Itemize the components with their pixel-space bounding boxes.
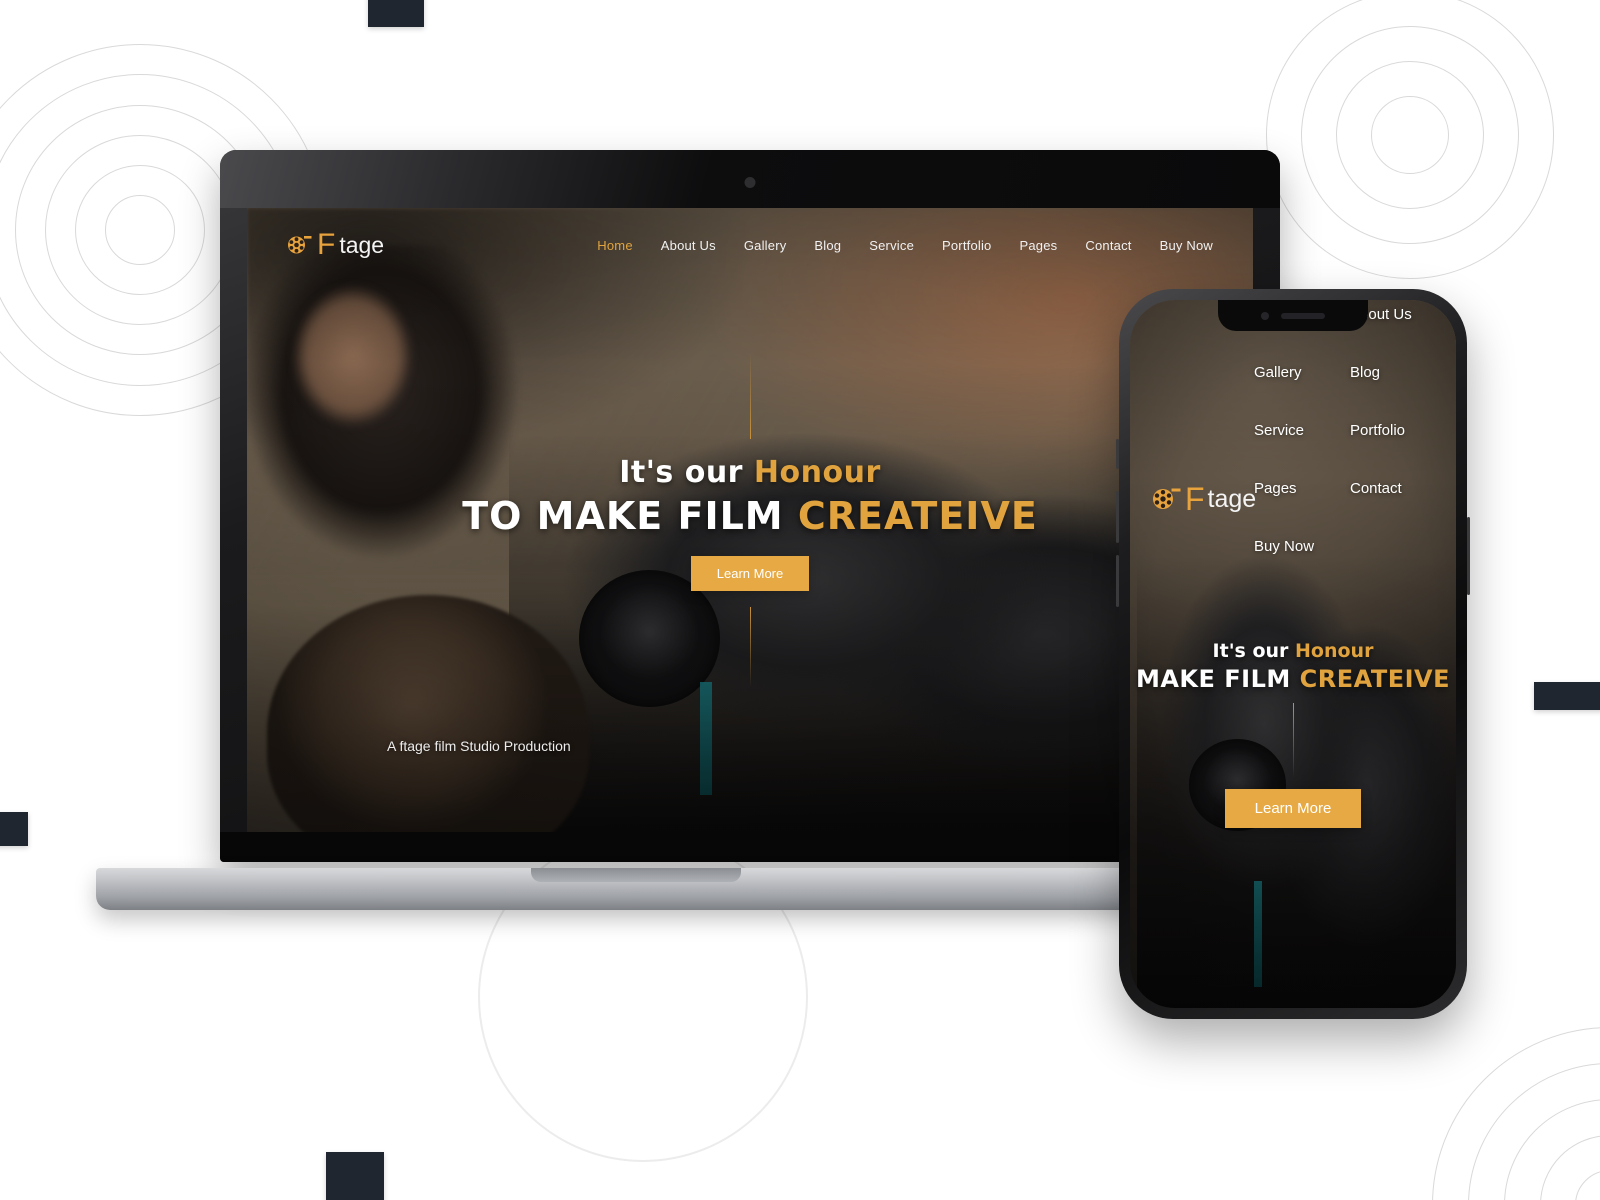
phone-speaker-icon [1281, 312, 1325, 319]
mobile-nav-item-buy-now[interactable]: Buy Now [1254, 538, 1314, 555]
desktop-hero-section: F tage Home About Us Gallery Blog Servic… [247, 208, 1253, 832]
site-logo[interactable]: F tage [287, 230, 384, 260]
hero-line2-accent: CREATEIVE [797, 494, 1038, 538]
phone-volume-down-button[interactable] [1116, 555, 1119, 607]
mobile-nav-item-gallery[interactable]: Gallery [1254, 364, 1302, 381]
nav-item-service[interactable]: Service [869, 238, 914, 253]
nav-item-about-us[interactable]: About Us [661, 238, 716, 253]
hero-caption: A ftage film Studio Production [387, 738, 571, 754]
film-reel-icon [287, 234, 313, 256]
mobile-line1-accent: Honour [1295, 640, 1374, 662]
mobile-headline-line2: MAKE FILM CREATEIVE [1136, 665, 1450, 693]
hero-line1-accent: Honour [753, 455, 881, 490]
mobile-learn-more-button[interactable]: Learn More [1224, 789, 1362, 828]
logo-text-accent: F [317, 228, 336, 261]
nav-item-buy-now[interactable]: Buy Now [1160, 238, 1213, 253]
mobile-film-reel-icon [1152, 486, 1182, 512]
nav-item-gallery[interactable]: Gallery [744, 238, 787, 253]
hero-learn-more-button[interactable]: Learn More [690, 556, 810, 591]
mobile-nav-item-blog[interactable]: Blog [1350, 364, 1380, 381]
phone-notch [1218, 300, 1368, 331]
phone-mute-button[interactable] [1116, 439, 1119, 469]
mobile-hero-content: It's our Honour MAKE FILM CREATEIVE Lear… [1130, 640, 1456, 828]
mobile-nav-row-2: Gallery Blog [1144, 364, 1442, 382]
hero-headline-line1: It's our Honour [619, 455, 881, 490]
mobile-logo-text-accent: F [1185, 481, 1205, 517]
mobile-accent-line [1292, 703, 1294, 777]
decorative-square-right [1534, 682, 1600, 710]
mobile-nav-item-pages[interactable]: Pages [1254, 480, 1297, 497]
desktop-nav-links: Home About Us Gallery Blog Service Portf… [597, 238, 1213, 253]
phone-volume-up-button[interactable] [1116, 491, 1119, 543]
decorative-square-top [368, 0, 424, 27]
laptop-top-bezel [220, 150, 1280, 208]
decorative-rings-bottom-right [1432, 1027, 1600, 1200]
mobile-nav-item-contact[interactable]: Contact [1350, 480, 1402, 497]
decorative-rings-top-right [1245, 0, 1575, 300]
mobile-nav-row-3: Service Portfolio [1144, 422, 1442, 440]
mobile-hero-section: About Us Gallery Blog Service Portfolio … [1130, 300, 1456, 1008]
hero-accent-line-top [749, 353, 751, 439]
mobile-nav-item-service[interactable]: Service [1254, 422, 1304, 439]
mobile-nav-row-5: Buy Now [1144, 538, 1442, 556]
hero-headline-line2: TO MAKE FILM CREATEIVE [462, 494, 1038, 538]
desktop-navbar: F tage Home About Us Gallery Blog Servic… [247, 208, 1253, 282]
phone-power-button[interactable] [1467, 517, 1470, 595]
hero-line2-plain: TO MAKE FILM [462, 494, 798, 538]
mobile-logo-text-rest: tage [1207, 484, 1257, 513]
laptop-base [96, 868, 1176, 910]
decorative-square-bottom [326, 1152, 384, 1200]
desktop-hero-content: It's our Honour TO MAKE FILM CREATEIVE L… [247, 353, 1253, 687]
mobile-line2-accent: CREATEIVE [1299, 665, 1451, 693]
laptop-camera-icon [744, 177, 756, 188]
laptop-screen: F tage Home About Us Gallery Blog Servic… [247, 208, 1253, 832]
hero-line1-plain: It's our [619, 455, 754, 490]
hero-accent-line-bottom [749, 607, 751, 687]
nav-item-home[interactable]: Home [597, 238, 632, 253]
nav-item-blog[interactable]: Blog [814, 238, 841, 253]
mobile-navbar: About Us Gallery Blog Service Portfolio … [1130, 306, 1456, 596]
mobile-headline-line1: It's our Honour [1213, 640, 1374, 662]
mobile-line2-plain: MAKE FILM [1135, 665, 1300, 693]
phone-mockup: About Us Gallery Blog Service Portfolio … [1116, 289, 1470, 1019]
phone-front-camera-icon [1261, 311, 1269, 320]
mobile-nav-item-portfolio[interactable]: Portfolio [1350, 422, 1405, 439]
decorative-square-left [0, 812, 28, 846]
mobile-line1-plain: It's our [1212, 640, 1296, 662]
phone-screen: About Us Gallery Blog Service Portfolio … [1130, 300, 1456, 1008]
nav-item-contact[interactable]: Contact [1085, 238, 1131, 253]
nav-item-portfolio[interactable]: Portfolio [942, 238, 992, 253]
mockup-canvas: F tage Home About Us Gallery Blog Servic… [0, 0, 1600, 1200]
logo-text-rest: tage [339, 231, 385, 258]
laptop-mockup: F tage Home About Us Gallery Blog Servic… [96, 150, 1280, 910]
mobile-site-logo[interactable]: F tage [1152, 483, 1256, 515]
nav-item-pages[interactable]: Pages [1020, 238, 1058, 253]
